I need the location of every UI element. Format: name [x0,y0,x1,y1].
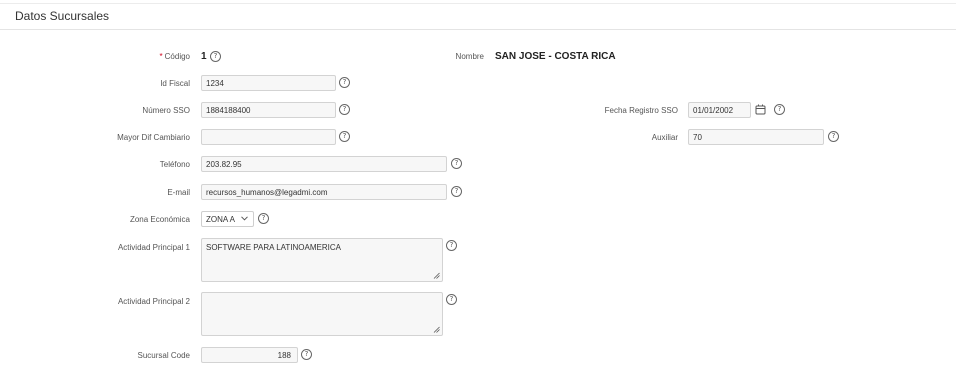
page-title: Datos Sucursales [15,9,110,23]
auxiliar-label: Auxiliar [651,133,678,142]
sucursal-code-input[interactable]: 188 [201,347,298,363]
required-asterisk: * [159,52,163,61]
email-help-icon[interactable]: ? [451,186,462,197]
nombre-value: SAN JOSE - COSTA RICA [495,51,616,62]
numero-sso-label: Número SSO [142,106,190,115]
auxiliar-help-icon[interactable]: ? [828,131,839,142]
zona-economica-select[interactable]: ZONA A [201,211,254,227]
calendar-icon[interactable] [755,104,766,115]
zona-economica-selected: ZONA A [206,215,235,224]
id-fiscal-input[interactable]: 1234 [201,75,336,91]
resize-handle-icon[interactable] [433,326,440,333]
numero-sso-help-icon[interactable]: ? [339,104,350,115]
mayor-dif-cambiario-label: Mayor Dif Cambiario [117,133,190,142]
auxiliar-input[interactable]: 70 [688,129,824,145]
fecha-registro-sso-input[interactable]: 01/01/2002 [688,102,751,118]
zona-economica-label: Zona Económica [129,215,190,224]
codigo-label: * Código [159,52,190,61]
actividad-principal-2-label: Actividad Principal 2 [117,297,190,306]
zona-economica-help-icon[interactable]: ? [258,213,269,224]
numero-sso-input[interactable]: 1884188400 [201,102,336,118]
sucursal-code-help-icon[interactable]: ? [301,349,312,360]
codigo-help-icon[interactable]: ? [210,51,221,62]
mayor-dif-cambiario-help-icon[interactable]: ? [339,131,350,142]
actividad-principal-2-help-icon[interactable]: ? [446,294,457,305]
mayor-dif-cambiario-input[interactable] [201,129,336,145]
actividad-principal-1-textarea[interactable]: SOFTWARE PARA LATINOAMERICA [201,238,443,282]
fecha-registro-sso-help-icon[interactable]: ? [774,104,785,115]
fecha-registro-sso-label: Fecha Registro SSO [604,106,678,115]
top-border [0,3,956,4]
chevron-down-icon [241,216,248,221]
header-divider [0,29,956,30]
actividad-principal-1-help-icon[interactable]: ? [446,240,457,251]
email-input[interactable]: recursos_humanos@legadmi.com [201,184,447,200]
id-fiscal-help-icon[interactable]: ? [339,77,350,88]
email-label: E-mail [167,188,190,197]
actividad-principal-2-textarea[interactable] [201,292,443,336]
actividad-principal-1-value: SOFTWARE PARA LATINOAMERICA [206,243,341,252]
telefono-input[interactable]: 203.82.95 [201,156,447,172]
resize-handle-icon[interactable] [433,272,440,279]
sucursal-code-label: Sucursal Code [137,351,190,360]
actividad-principal-1-label: Actividad Principal 1 [117,243,190,252]
codigo-value: 1 [201,51,207,62]
id-fiscal-label: Id Fiscal [160,79,190,88]
telefono-label: Teléfono [159,160,190,169]
nombre-label: Nombre [455,52,484,61]
telefono-help-icon[interactable]: ? [451,158,462,169]
